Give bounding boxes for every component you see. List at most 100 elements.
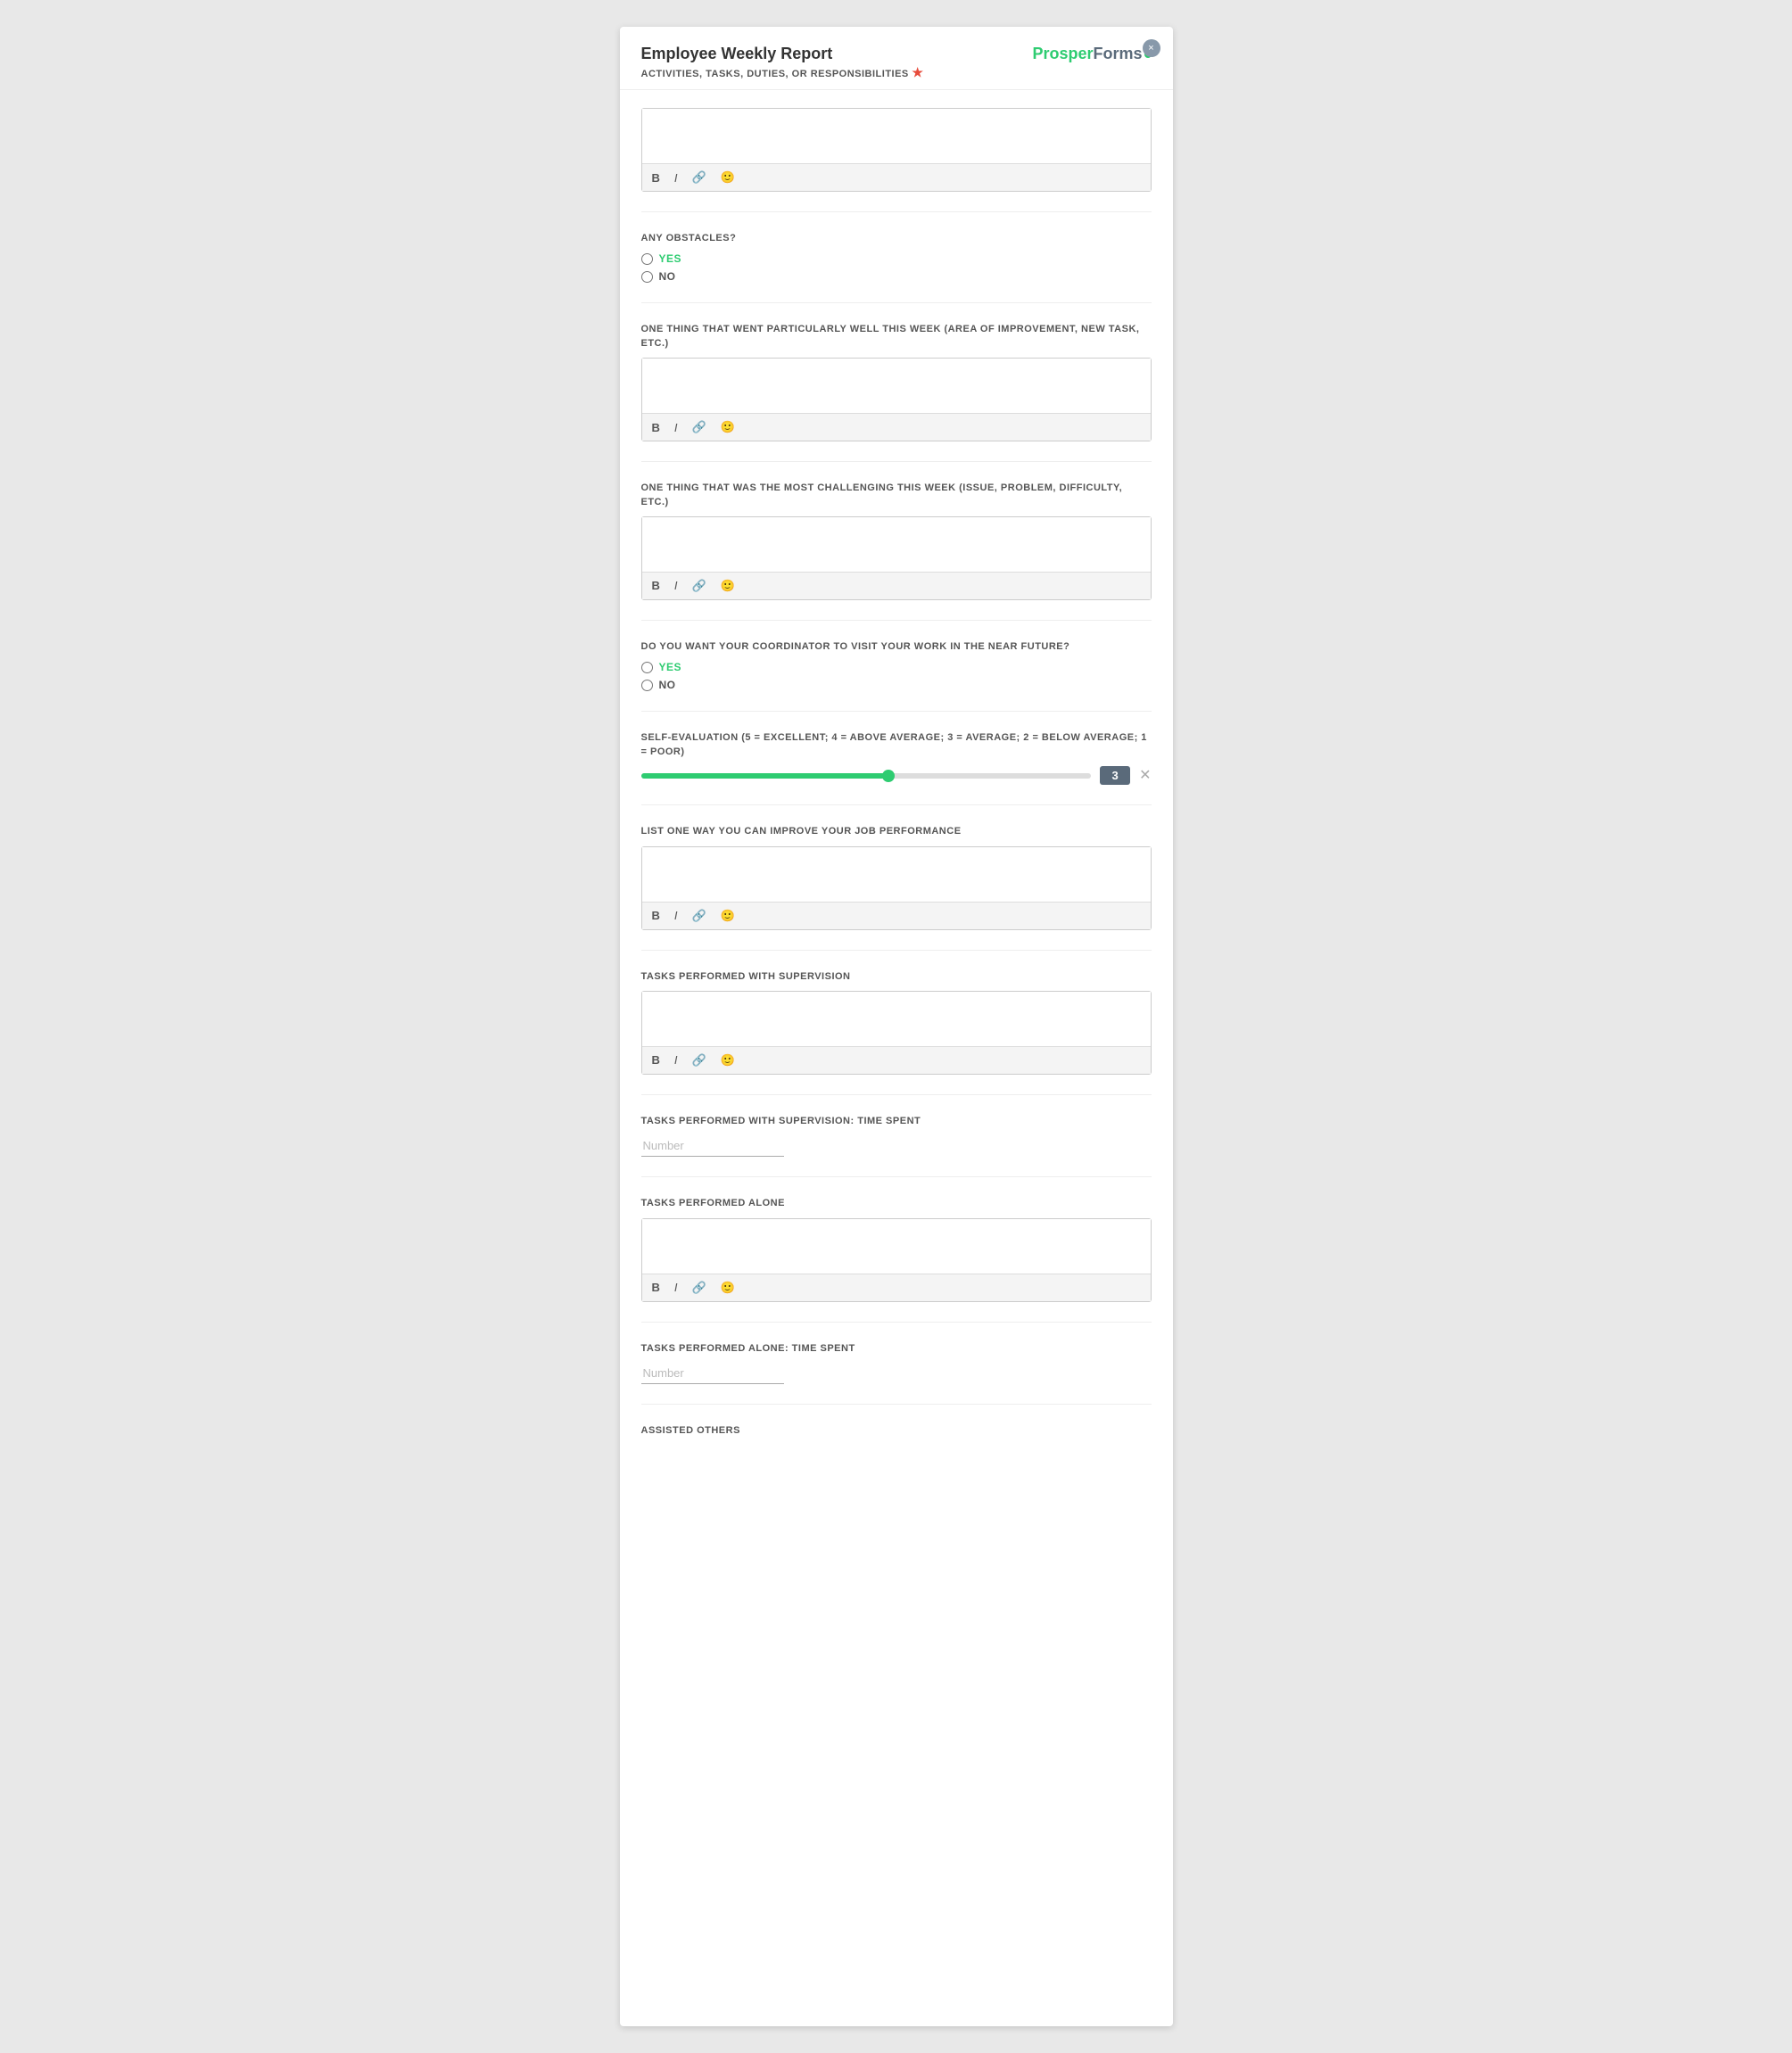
improve-performance-textarea[interactable] — [642, 847, 1151, 902]
went-well-bold-btn[interactable]: B — [649, 419, 663, 436]
improve-emoji-btn[interactable]: 🙂 — [718, 907, 738, 925]
divider-5 — [641, 711, 1152, 712]
challenging-label: ONE THING THAT WAS THE MOST CHALLENGING … — [641, 482, 1152, 509]
challenging-textarea[interactable] — [642, 517, 1151, 572]
logo-prosper: Prosper — [1032, 45, 1093, 63]
activities-italic-btn[interactable]: I — [672, 169, 681, 186]
challenging-emoji-btn[interactable]: 🙂 — [718, 577, 738, 595]
tasks-supervision-time-input[interactable] — [641, 1135, 784, 1157]
slider-clear-btn[interactable]: ✕ — [1139, 769, 1151, 783]
improve-performance-toolbar: B I 🔗 🙂 — [642, 902, 1151, 929]
challenging-link-btn[interactable]: 🔗 — [690, 577, 709, 595]
challenging-rich-text: B I 🔗 🙂 — [641, 516, 1152, 600]
improve-performance-section: LIST ONE WAY YOU CAN IMPROVE YOUR JOB PE… — [641, 825, 1152, 929]
tasks-alone-link-btn[interactable]: 🔗 — [690, 1279, 709, 1297]
coordinator-yes-radio[interactable] — [641, 662, 653, 673]
tasks-supervision-emoji-btn[interactable]: 🙂 — [718, 1051, 738, 1069]
improve-link-btn[interactable]: 🔗 — [690, 907, 709, 925]
obstacles-yes-item[interactable]: YES — [641, 252, 1152, 265]
tasks-alone-time-section: TASKS PERFORMED ALONE: TIME SPENT — [641, 1342, 1152, 1384]
challenging-section: ONE THING THAT WAS THE MOST CHALLENGING … — [641, 482, 1152, 600]
slider-track — [641, 773, 1092, 779]
activities-emoji-btn[interactable]: 🙂 — [718, 169, 738, 186]
went-well-section: ONE THING THAT WENT PARTICULARLY WELL TH… — [641, 323, 1152, 441]
divider-10 — [641, 1322, 1152, 1323]
obstacles-no-radio[interactable] — [641, 271, 653, 283]
form-container: Employee Weekly Report ACTIVITIES, TASKS… — [620, 27, 1173, 2026]
obstacles-label: ANY OBSTACLES? — [641, 232, 1152, 245]
obstacles-no-label: NO — [659, 270, 676, 283]
self-evaluation-label: SELF-EVALUATION (5 = EXCELLENT; 4 = ABOV… — [641, 731, 1152, 759]
improve-italic-btn[interactable]: I — [672, 907, 681, 924]
coordinator-visit-radio-group: YES NO — [641, 661, 1152, 691]
coordinator-no-label: NO — [659, 679, 676, 691]
tasks-supervision-label: TASKS PERFORMED WITH SUPERVISION — [641, 970, 1152, 984]
activities-textarea[interactable] — [642, 109, 1151, 163]
challenging-toolbar: B I 🔗 🙂 — [642, 572, 1151, 599]
logo-forms: Forms — [1093, 45, 1142, 63]
activities-link-btn[interactable]: 🔗 — [690, 169, 709, 186]
obstacles-radio-group: YES NO — [641, 252, 1152, 283]
divider-1 — [641, 211, 1152, 212]
prosper-forms-logo: Prosper Forms — [1032, 45, 1151, 63]
coordinator-visit-section: DO YOU WANT YOUR COORDINATOR TO VISIT YO… — [641, 640, 1152, 691]
tasks-supervision-bold-btn[interactable]: B — [649, 1051, 663, 1068]
went-well-toolbar: B I 🔗 🙂 — [642, 413, 1151, 441]
tasks-alone-section: TASKS PERFORMED ALONE B I 🔗 🙂 — [641, 1197, 1152, 1301]
tasks-alone-time-input[interactable] — [641, 1363, 784, 1384]
self-evaluation-section: SELF-EVALUATION (5 = EXCELLENT; 4 = ABOV… — [641, 731, 1152, 785]
obstacles-yes-radio[interactable] — [641, 253, 653, 265]
form-title-block: Employee Weekly Report ACTIVITIES, TASKS… — [641, 45, 924, 80]
form-header: Employee Weekly Report ACTIVITIES, TASKS… — [620, 27, 1173, 90]
went-well-textarea[interactable] — [642, 359, 1151, 413]
activities-rich-text: B I 🔗 🙂 — [641, 108, 1152, 192]
tasks-alone-bold-btn[interactable]: B — [649, 1279, 663, 1296]
form-subtitle: ACTIVITIES, TASKS, DUTIES, OR RESPONSIBI… — [641, 65, 924, 80]
improve-performance-rich-text: B I 🔗 🙂 — [641, 846, 1152, 930]
coordinator-no-radio[interactable] — [641, 680, 653, 691]
close-button[interactable]: × — [1143, 39, 1160, 57]
tasks-supervision-italic-btn[interactable]: I — [672, 1051, 681, 1068]
activities-toolbar: B I 🔗 🙂 — [642, 163, 1151, 191]
tasks-supervision-section: TASKS PERFORMED WITH SUPERVISION B I 🔗 🙂 — [641, 970, 1152, 1075]
form-title: Employee Weekly Report — [641, 45, 924, 63]
coordinator-no-item[interactable]: NO — [641, 679, 1152, 691]
obstacles-section: ANY OBSTACLES? YES NO — [641, 232, 1152, 283]
improve-bold-btn[interactable]: B — [649, 907, 663, 924]
divider-6 — [641, 804, 1152, 805]
activities-section: B I 🔗 🙂 — [641, 108, 1152, 192]
tasks-supervision-link-btn[interactable]: 🔗 — [690, 1051, 709, 1069]
tasks-alone-italic-btn[interactable]: I — [672, 1279, 681, 1296]
obstacles-no-item[interactable]: NO — [641, 270, 1152, 283]
divider-2 — [641, 302, 1152, 303]
tasks-supervision-toolbar: B I 🔗 🙂 — [642, 1046, 1151, 1074]
obstacles-yes-label: YES — [659, 252, 682, 265]
divider-9 — [641, 1176, 1152, 1177]
tasks-alone-textarea[interactable] — [642, 1219, 1151, 1274]
activities-bold-btn[interactable]: B — [649, 169, 663, 186]
went-well-link-btn[interactable]: 🔗 — [690, 418, 709, 436]
slider-container: 3 ✕ — [641, 766, 1152, 785]
tasks-alone-time-label: TASKS PERFORMED ALONE: TIME SPENT — [641, 1342, 1152, 1356]
went-well-rich-text: B I 🔗 🙂 — [641, 358, 1152, 441]
improve-performance-label: LIST ONE WAY YOU CAN IMPROVE YOUR JOB PE… — [641, 825, 1152, 838]
went-well-label: ONE THING THAT WENT PARTICULARLY WELL TH… — [641, 323, 1152, 350]
divider-4 — [641, 620, 1152, 621]
coordinator-yes-item[interactable]: YES — [641, 661, 1152, 673]
slider-value: 3 — [1100, 766, 1130, 785]
divider-11 — [641, 1404, 1152, 1405]
tasks-alone-rich-text: B I 🔗 🙂 — [641, 1218, 1152, 1302]
went-well-italic-btn[interactable]: I — [672, 419, 681, 436]
challenging-bold-btn[interactable]: B — [649, 577, 663, 594]
divider-8 — [641, 1094, 1152, 1095]
went-well-emoji-btn[interactable]: 🙂 — [718, 418, 738, 436]
tasks-alone-toolbar: B I 🔗 🙂 — [642, 1274, 1151, 1301]
form-body: B I 🔗 🙂 ANY OBSTACLES? YES NO — [620, 90, 1173, 1475]
divider-7 — [641, 950, 1152, 951]
tasks-alone-emoji-btn[interactable]: 🙂 — [718, 1279, 738, 1297]
divider-3 — [641, 461, 1152, 462]
tasks-supervision-textarea[interactable] — [642, 992, 1151, 1046]
tasks-alone-label: TASKS PERFORMED ALONE — [641, 1197, 1152, 1210]
coordinator-visit-label: DO YOU WANT YOUR COORDINATOR TO VISIT YO… — [641, 640, 1152, 654]
challenging-italic-btn[interactable]: I — [672, 577, 681, 594]
